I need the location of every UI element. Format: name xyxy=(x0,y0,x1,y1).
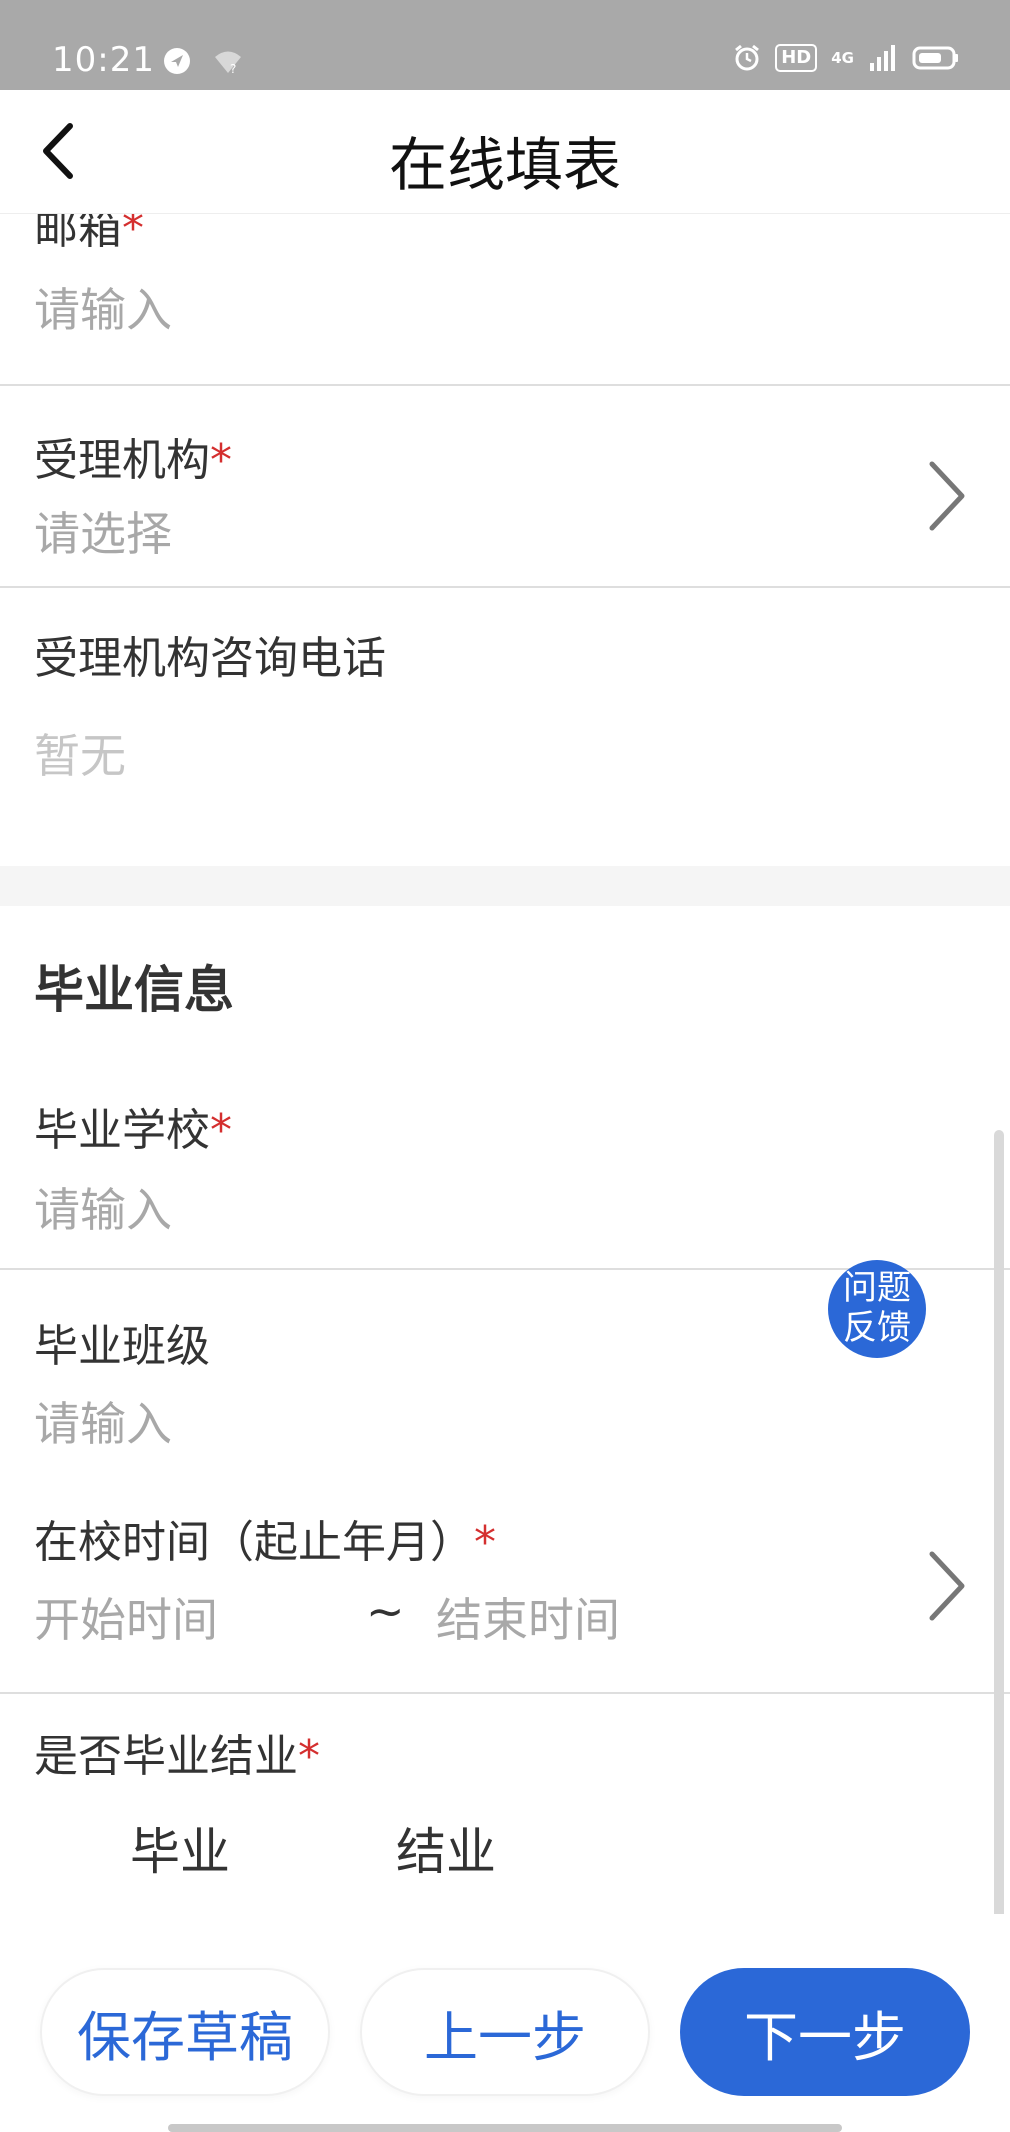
agency-select[interactable]: 请选择 xyxy=(34,498,172,564)
graduation-status-label: 是否毕业结业* xyxy=(34,1731,320,1782)
class-label: 毕业班级 xyxy=(34,1321,210,1372)
bottom-action-bar: 保存草稿 上一步 下一步 xyxy=(0,1914,1010,2132)
feedback-label-line2: 反馈 xyxy=(843,1308,911,1348)
study-period-field[interactable]: 在校时间（起止年月）* 开始时间 ~ 结束时间 xyxy=(0,1470,1010,1692)
study-period-label: 在校时间（起止年月）* xyxy=(34,1517,496,1568)
end-time-input[interactable]: 结束时间 xyxy=(436,1584,620,1650)
school-field[interactable]: 毕业学校* 请输入 xyxy=(0,1054,1010,1266)
school-label: 毕业学校* xyxy=(34,1105,232,1156)
postcode-input[interactable]: 请输入 xyxy=(34,274,172,340)
postcode-label: 邮箱* xyxy=(34,214,144,256)
required-mark: * xyxy=(298,1731,320,1782)
graduation-section-title: 毕业信息 xyxy=(34,961,234,1019)
status-left-icons: ? xyxy=(162,46,244,76)
chevron-right-icon[interactable] xyxy=(922,1546,972,1626)
agency-label: 受理机构* xyxy=(34,435,232,486)
hd-icon: HD xyxy=(775,44,818,72)
required-mark: * xyxy=(474,1517,496,1568)
feedback-button[interactable]: 问题 反馈 xyxy=(828,1260,926,1358)
alarm-icon xyxy=(735,44,760,71)
required-mark: * xyxy=(210,435,232,486)
battery-icon xyxy=(912,46,958,70)
start-time-input[interactable]: 开始时间 xyxy=(34,1584,218,1650)
agency-field[interactable]: 受理机构* 请选择 xyxy=(0,386,1010,586)
option-graduated[interactable]: 毕业 xyxy=(130,1812,230,1884)
graduation-status-field: 是否毕业结业* 毕业 结业 xyxy=(0,1694,1010,1914)
postcode-field[interactable]: 邮箱* 请输入 xyxy=(0,214,1010,386)
class-input[interactable]: 请输入 xyxy=(34,1388,172,1454)
feedback-label-line1: 问题 xyxy=(843,1268,911,1308)
signal-icon xyxy=(870,45,895,71)
wifi-icon: ? xyxy=(215,51,241,76)
save-draft-button[interactable]: 保存草稿 xyxy=(40,1968,330,2096)
option-completed[interactable]: 结业 xyxy=(396,1812,496,1884)
chevron-right-icon[interactable] xyxy=(922,456,972,536)
previous-step-button[interactable]: 上一步 xyxy=(360,1968,650,2096)
status-right-icons: HD 4G xyxy=(733,44,960,72)
range-separator: ~ xyxy=(366,1584,405,1638)
agency-phone-field: 受理机构咨询电话 暂无 xyxy=(0,588,1010,838)
school-input[interactable]: 请输入 xyxy=(34,1174,172,1240)
required-mark: * xyxy=(122,214,144,254)
location-arrow-icon xyxy=(164,48,190,74)
network-label: 4G xyxy=(831,49,854,67)
next-step-button[interactable]: 下一步 xyxy=(680,1968,970,2096)
agency-phone-label: 受理机构咨询电话 xyxy=(34,633,386,684)
status-bar: 10:21 ? HD 4G xyxy=(0,0,1010,90)
svg-text:?: ? xyxy=(230,62,236,76)
section-separator xyxy=(0,866,1010,906)
form-content[interactable]: 邮箱* 请输入 受理机构* 请选择 受理机构咨询电话 暂无 毕业信息 毕业学校*… xyxy=(0,214,1010,1914)
required-mark: * xyxy=(210,1105,232,1156)
navigation-bar: 在线填表 xyxy=(0,90,1010,214)
status-time: 10:21 xyxy=(52,40,155,80)
agency-phone-value: 暂无 xyxy=(34,729,126,783)
page-title: 在线填表 xyxy=(388,131,621,199)
home-indicator xyxy=(168,2124,842,2132)
